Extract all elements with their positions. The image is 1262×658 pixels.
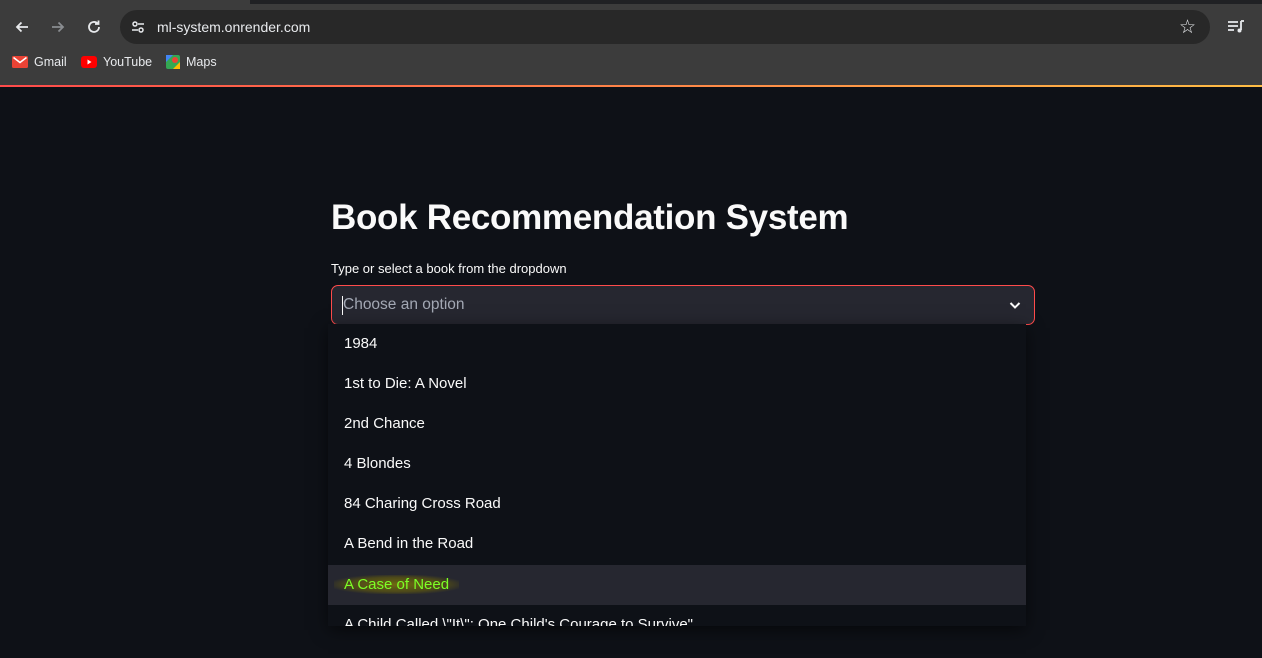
bookmarks-bar: Gmail YouTube Maps <box>0 50 1262 78</box>
app-header-decoration <box>0 85 1262 87</box>
option-label: A Case of Need <box>334 575 460 594</box>
page-title: Book Recommendation System <box>331 198 849 237</box>
select-placeholder[interactable]: Choose an option <box>343 296 465 314</box>
option-label: 4 Blondes <box>344 455 411 472</box>
bookmark-label: Maps <box>186 55 217 69</box>
book-select[interactable]: Choose an option <box>331 285 1035 325</box>
option-label: A Bend in the Road <box>344 535 474 552</box>
dropdown-option[interactable]: 2nd Chance <box>328 404 1026 444</box>
chevron-down-icon[interactable] <box>1008 298 1022 312</box>
dropdown-menu[interactable]: 1984 1st to Die: A Novel 2nd Chance 4 Bl… <box>328 324 1026 626</box>
bookmark-maps[interactable]: Maps <box>166 55 217 69</box>
site-settings-icon[interactable] <box>130 19 146 35</box>
dropdown-option[interactable]: 1st to Die: A Novel <box>328 364 1026 404</box>
back-button[interactable] <box>9 14 35 40</box>
back-arrow-icon <box>15 21 28 33</box>
option-label: 2nd Chance <box>344 415 425 432</box>
option-label: 1st to Die: A Novel <box>344 375 467 392</box>
media-controls-icon[interactable] <box>1226 17 1246 37</box>
address-bar[interactable]: ml-system.onrender.com ☆ <box>120 10 1210 44</box>
reload-icon <box>88 20 100 33</box>
bookmark-youtube[interactable]: YouTube <box>81 55 152 69</box>
option-label: A Child Called \"It\": One Child's Coura… <box>344 616 693 626</box>
bookmark-label: Gmail <box>34 55 67 69</box>
url-text[interactable]: ml-system.onrender.com <box>157 19 310 35</box>
forward-button[interactable] <box>45 14 71 40</box>
dropdown-option-highlighted[interactable]: A Case of Need <box>328 565 1026 605</box>
maps-icon <box>166 55 180 69</box>
option-label: 1984 <box>344 335 378 352</box>
bookmark-label: YouTube <box>103 55 153 69</box>
browser-chrome: ml-system.onrender.com ☆ Gmail YouTube M… <box>0 0 1262 86</box>
dropdown-option[interactable]: 84 Charing Cross Road <box>328 484 1026 524</box>
bookmark-star-icon[interactable]: ☆ <box>1179 16 1196 39</box>
option-label: 84 Charing Cross Road <box>344 495 501 512</box>
youtube-icon <box>81 56 97 68</box>
dropdown-option[interactable]: A Bend in the Road <box>328 524 1026 564</box>
dropdown-option[interactable]: 4 Blondes <box>328 444 1026 484</box>
bookmark-gmail[interactable]: Gmail <box>12 55 67 69</box>
gmail-icon <box>12 56 28 68</box>
reload-button[interactable] <box>81 14 107 40</box>
select-label: Type or select a book from the dropdown <box>331 261 567 276</box>
dropdown-option[interactable]: A Child Called \"It\": One Child's Coura… <box>328 605 1026 626</box>
forward-arrow-icon <box>52 21 65 33</box>
dropdown-option[interactable]: 1984 <box>328 324 1026 364</box>
tab-strip <box>0 0 1262 4</box>
